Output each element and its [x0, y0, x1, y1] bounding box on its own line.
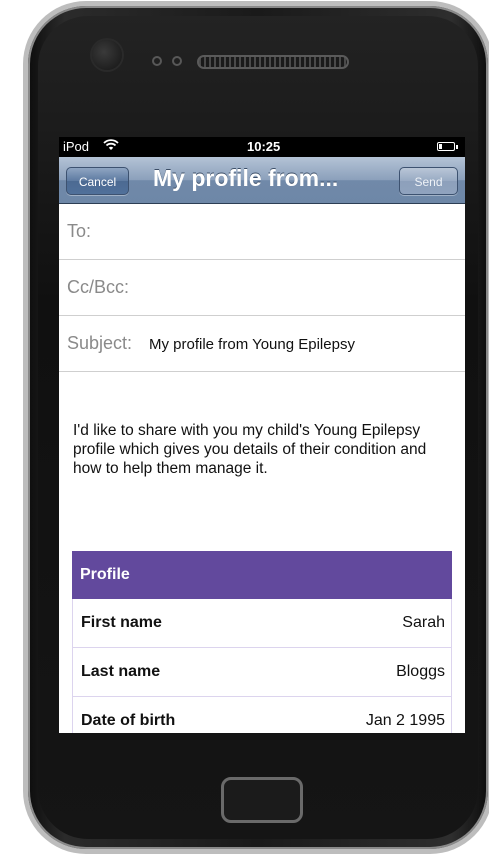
send-button[interactable]: Send	[399, 167, 458, 195]
status-bar: iPod 10:25	[59, 137, 465, 157]
cc-bcc-label: Cc/Bcc:	[67, 277, 130, 297]
message-body[interactable]: I'd like to share with you my child's Yo…	[73, 421, 453, 478]
mail-navbar: Cancel My profile from... Send	[59, 157, 465, 204]
phone-screen: iPod 10:25 Cancel My profile from... Sen…	[59, 137, 465, 733]
row-value: Bloggs	[396, 663, 445, 680]
profile-table-header: Profile	[72, 551, 452, 599]
row-value: Sarah	[402, 614, 445, 631]
row-label: First name	[81, 614, 162, 631]
status-time: 10:25	[247, 139, 281, 154]
cancel-button[interactable]: Cancel	[66, 167, 129, 195]
page-title: My profile from...	[153, 165, 339, 191]
to-label: To:	[67, 221, 92, 241]
subject-label: Subject:	[67, 333, 133, 353]
home-button[interactable]	[221, 777, 303, 823]
to-field[interactable]: To:	[59, 204, 465, 260]
subject-value: My profile from Young Epilepsy	[149, 336, 355, 353]
cc-bcc-field[interactable]: Cc/Bcc:	[59, 260, 465, 316]
earpiece-speaker	[197, 55, 349, 69]
table-row: First name Sarah	[72, 599, 452, 648]
wifi-icon	[103, 138, 119, 155]
sensor-dot	[152, 56, 162, 66]
carrier-label: iPod	[63, 139, 90, 154]
row-label: Last name	[81, 663, 161, 680]
sensor-dot	[172, 56, 182, 66]
profile-table: Profile First name Sarah Last name Blogg…	[72, 551, 452, 733]
subject-field[interactable]: Subject: My profile from Young Epilepsy	[59, 316, 465, 372]
row-value: Jan 2 1995	[365, 712, 445, 729]
table-row: Date of birth Jan 2 1995	[72, 697, 452, 733]
row-label: Date of birth	[81, 712, 176, 729]
table-row: Last name Bloggs	[72, 648, 452, 697]
battery-icon	[437, 142, 458, 151]
front-camera	[92, 40, 122, 70]
